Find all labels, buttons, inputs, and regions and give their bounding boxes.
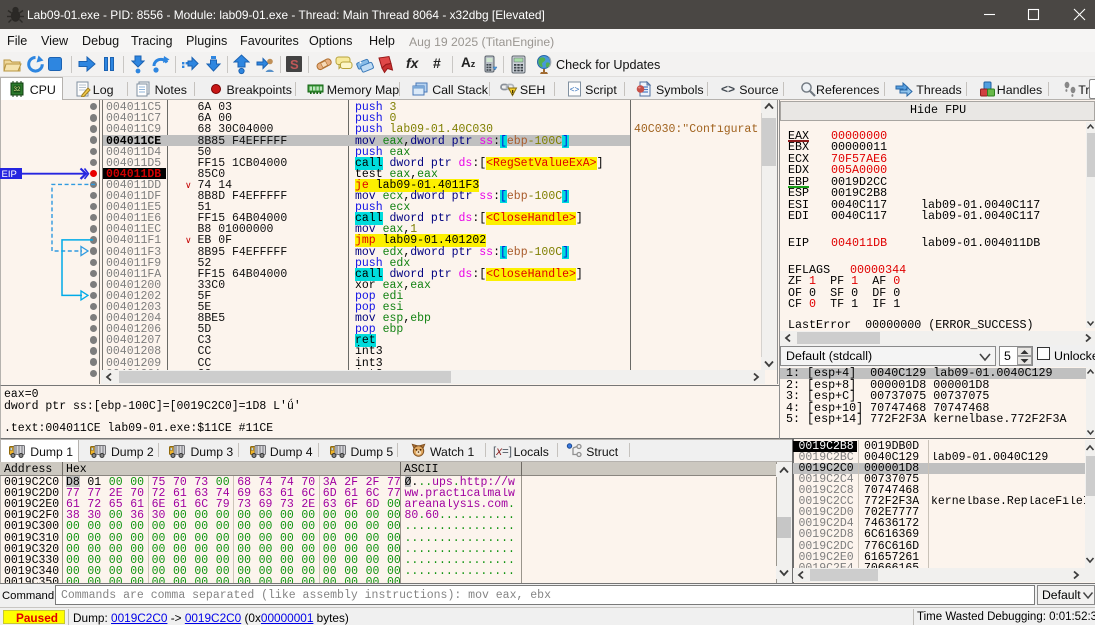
svg-text:32: 32 xyxy=(14,87,21,93)
svg-text:<>: <> xyxy=(569,86,579,95)
